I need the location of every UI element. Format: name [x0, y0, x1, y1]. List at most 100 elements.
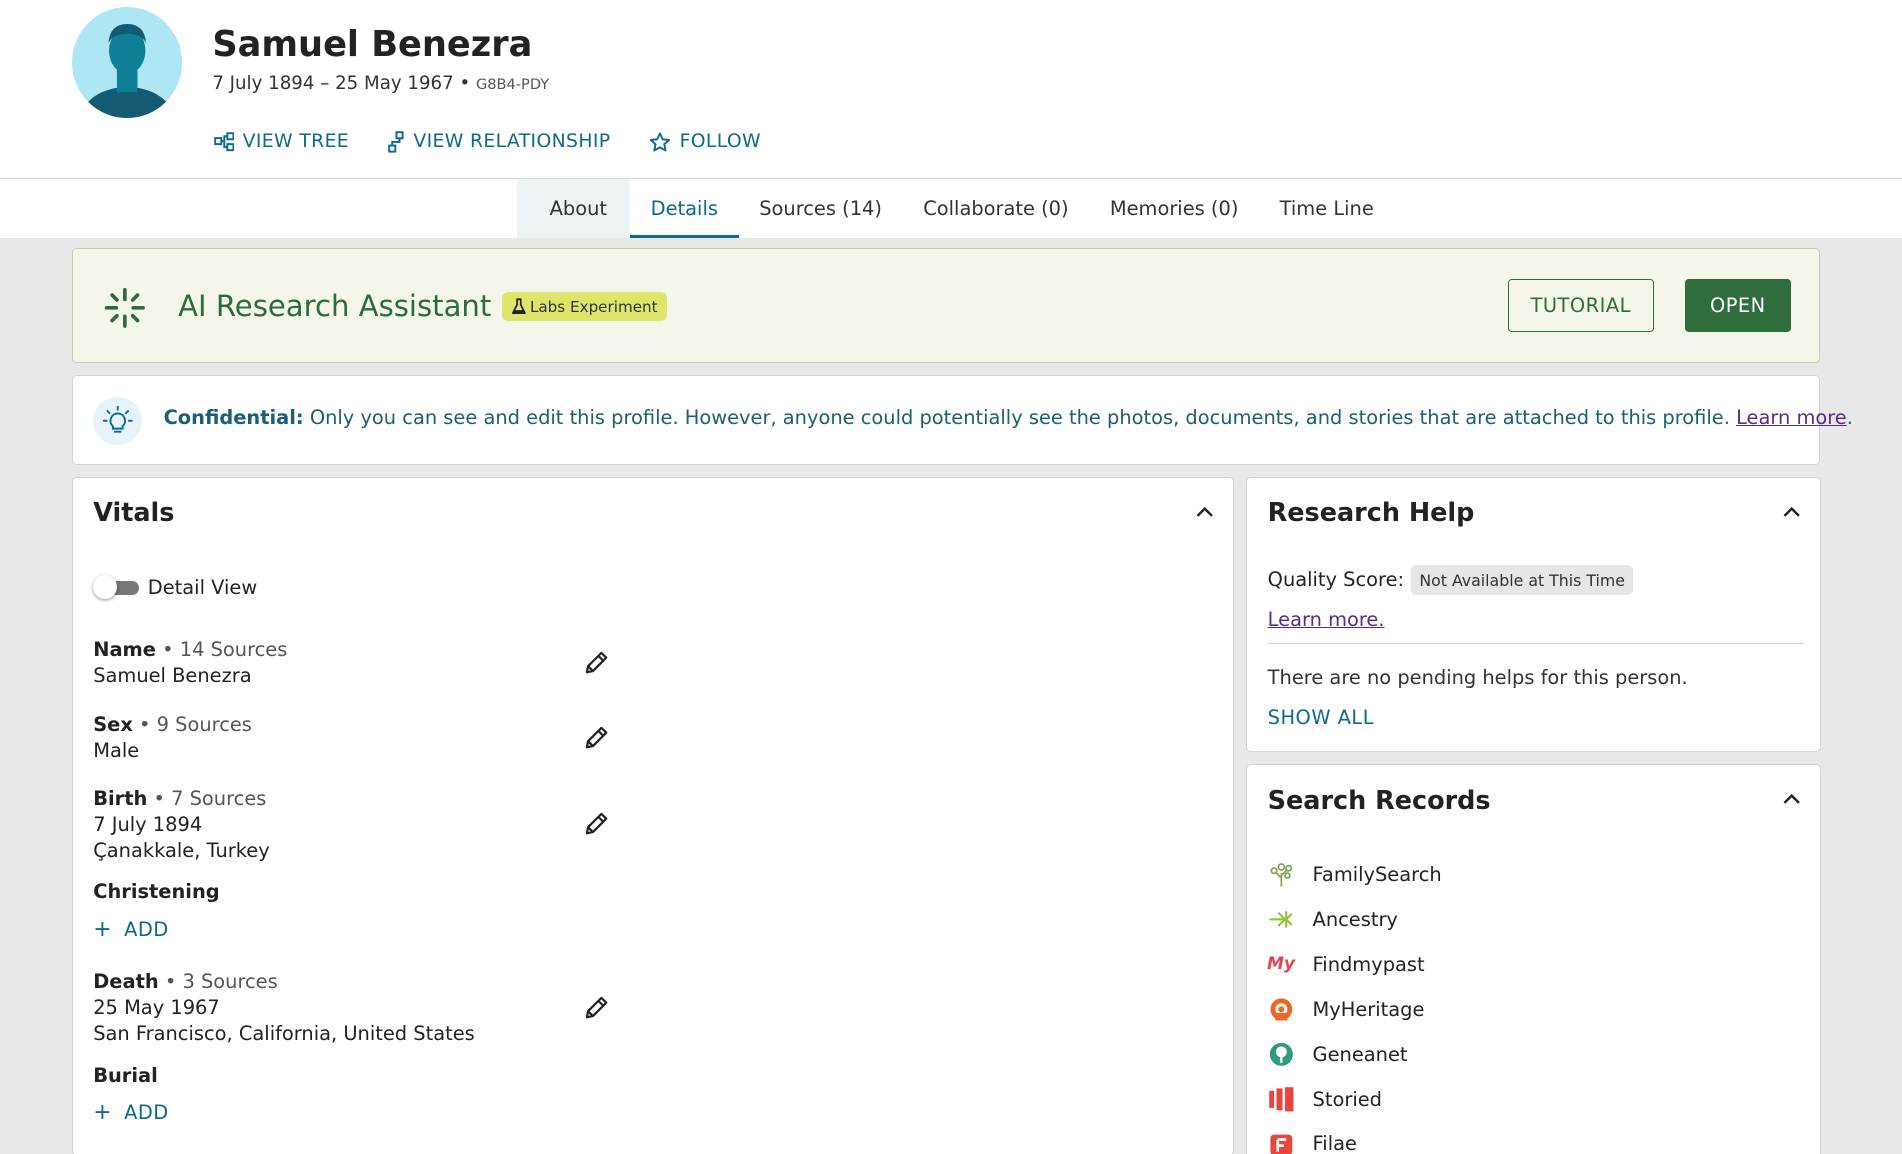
- vital-death[interactable]: Death • 3 Sources 25 May 1967 San Franci…: [93, 969, 475, 1047]
- edit-name-pencil-icon[interactable]: [582, 648, 611, 677]
- plus-icon: +: [93, 917, 112, 943]
- open-button[interactable]: OPEN: [1685, 278, 1791, 333]
- vital-burial: Burial: [93, 1063, 158, 1089]
- record-site-name: Findmypast: [1312, 952, 1425, 976]
- vital-sources: • 3 Sources: [158, 970, 278, 994]
- record-site-name: MyHeritage: [1312, 997, 1425, 1021]
- ai-sparkle-icon: [104, 287, 145, 328]
- search-records-card: Search Records FamilySearch Ancestry My …: [1246, 764, 1822, 1154]
- add-label: ADD: [124, 918, 169, 942]
- follow-button[interactable]: FOLLOW: [649, 131, 761, 153]
- record-site-name: Ancestry: [1312, 907, 1398, 931]
- person-actions: VIEW TREE VIEW RELATIONSHIP FOLLOW: [213, 131, 800, 153]
- vital-value: San Francisco, California, United States: [93, 1022, 475, 1046]
- tab-sources[interactable]: Sources (14): [739, 179, 903, 237]
- filae-icon: [1268, 1131, 1295, 1154]
- vital-label: Birth: [93, 786, 148, 810]
- vital-label: Death: [93, 970, 159, 994]
- confidential-learn-more-link[interactable]: Learn more: [1736, 406, 1847, 429]
- familysearch-icon: [1268, 861, 1295, 888]
- record-site-familysearch[interactable]: FamilySearch: [1268, 861, 1442, 888]
- view-relationship-button[interactable]: VIEW RELATIONSHIP: [388, 131, 611, 153]
- myheritage-icon: [1268, 996, 1295, 1023]
- confidential-label: Confidential:: [163, 406, 304, 430]
- chevron-up-icon[interactable]: [1195, 505, 1214, 520]
- record-site-geneanet[interactable]: Geneanet: [1268, 1041, 1408, 1068]
- add-label: ADD: [124, 1101, 169, 1125]
- record-site-name: Geneanet: [1312, 1042, 1408, 1066]
- tab-about[interactable]: About: [516, 179, 631, 238]
- vital-birth[interactable]: Birth • 7 Sources 7 July 1894 Çanakkale,…: [93, 786, 269, 864]
- vital-sources: • 9 Sources: [132, 712, 252, 736]
- vital-christening: Christening: [93, 879, 219, 905]
- relationship-icon: [388, 131, 404, 153]
- view-relationship-label: VIEW RELATIONSHIP: [413, 131, 611, 153]
- person-id[interactable]: G8B4-PDY: [476, 76, 549, 93]
- detail-view-toggle[interactable]: [93, 574, 140, 600]
- labs-badge-label: Labs Experiment: [529, 297, 658, 316]
- add-christening-button[interactable]: + ADD: [93, 917, 169, 942]
- search-records-title: Search Records: [1267, 786, 1491, 816]
- vital-label: Sex: [93, 712, 133, 736]
- person-silhouette-icon: [80, 24, 173, 118]
- quality-score-badge: Not Available at This Time: [1410, 565, 1634, 596]
- learn-more-link[interactable]: Learn more.: [1268, 608, 1385, 631]
- tree-icon: [213, 132, 234, 152]
- vital-name[interactable]: Name • 14 Sources Samuel Benezra: [93, 637, 287, 689]
- person-header: Samuel Benezra 7 July 1894 – 25 May 1967…: [0, 0, 1902, 180]
- follow-label: FOLLOW: [679, 131, 762, 153]
- avatar: [71, 7, 182, 118]
- vital-value: Çanakkale, Turkey: [93, 839, 270, 863]
- view-tree-button[interactable]: VIEW TREE: [213, 131, 350, 153]
- vital-value: 7 July 1894: [93, 813, 203, 837]
- divider: [1267, 642, 1803, 645]
- confidential-message: Only you can see and edit this profile. …: [303, 406, 1737, 430]
- record-site-name: Filae: [1312, 1132, 1357, 1154]
- record-site-myheritage[interactable]: MyHeritage: [1268, 996, 1425, 1023]
- tab-time-line[interactable]: Time Line: [1259, 179, 1394, 237]
- lifespan-dates: 7 July 1894 – 25 May 1967: [212, 72, 454, 94]
- show-all-button[interactable]: SHOW ALL: [1268, 706, 1374, 729]
- star-icon: [650, 132, 671, 152]
- tab-details[interactable]: Details: [630, 179, 739, 238]
- quality-score-label: Quality Score:: [1267, 567, 1405, 591]
- confidential-end: .: [1846, 406, 1853, 430]
- record-site-findmypast[interactable]: My Findmypast: [1267, 951, 1425, 978]
- view-tree-label: VIEW TREE: [242, 131, 350, 153]
- vital-sources: • 14 Sources: [155, 637, 288, 661]
- no-pending-helps-text: There are no pending helps for this pers…: [1267, 665, 1688, 689]
- vital-label: Burial: [93, 1063, 158, 1087]
- lightbulb-icon: [93, 396, 142, 446]
- record-site-filae[interactable]: Filae: [1268, 1131, 1357, 1154]
- chevron-up-icon[interactable]: [1782, 505, 1801, 520]
- tab-collaborate[interactable]: Collaborate (0): [903, 179, 1090, 237]
- ancestry-icon: [1268, 906, 1295, 933]
- ai-banner-title: AI Research Assistant: [178, 288, 492, 323]
- vital-sex[interactable]: Sex • 9 Sources Male: [93, 712, 252, 764]
- vital-value: Samuel Benezra: [93, 663, 252, 687]
- add-burial-button[interactable]: + ADD: [93, 1100, 169, 1125]
- vital-sources: • 7 Sources: [147, 786, 267, 810]
- confidential-text: Confidential: Only you can see and edit …: [164, 406, 1853, 429]
- edit-sex-pencil-icon[interactable]: [582, 723, 611, 752]
- vital-label: Name: [93, 637, 156, 661]
- vitals-card: Vitals Detail View Name • 14 Sources Sam…: [71, 476, 1234, 1154]
- record-site-storied[interactable]: Storied: [1268, 1086, 1382, 1113]
- research-help-title: Research Help: [1267, 498, 1475, 529]
- plus-icon: +: [93, 1100, 112, 1126]
- labs-experiment-badge: Labs Experiment: [502, 292, 668, 322]
- record-site-name: FamilySearch: [1312, 863, 1442, 887]
- chevron-up-icon[interactable]: [1782, 792, 1801, 807]
- detail-view-label: Detail View: [147, 576, 258, 600]
- edit-birth-pencil-icon[interactable]: [582, 809, 611, 838]
- geneanet-icon: [1268, 1041, 1295, 1068]
- person-name: Samuel Benezra: [212, 24, 533, 66]
- tab-memories[interactable]: Memories (0): [1089, 179, 1259, 237]
- vitals-title: Vitals: [93, 498, 175, 529]
- tutorial-button[interactable]: TUTORIAL: [1507, 278, 1654, 333]
- research-help-card: Research Help Quality Score: Not Availab…: [1246, 476, 1822, 753]
- record-site-ancestry[interactable]: Ancestry: [1268, 906, 1398, 933]
- edit-death-pencil-icon[interactable]: [582, 993, 611, 1022]
- lifespan-separator: •: [459, 72, 471, 94]
- vital-label: Christening: [93, 880, 220, 904]
